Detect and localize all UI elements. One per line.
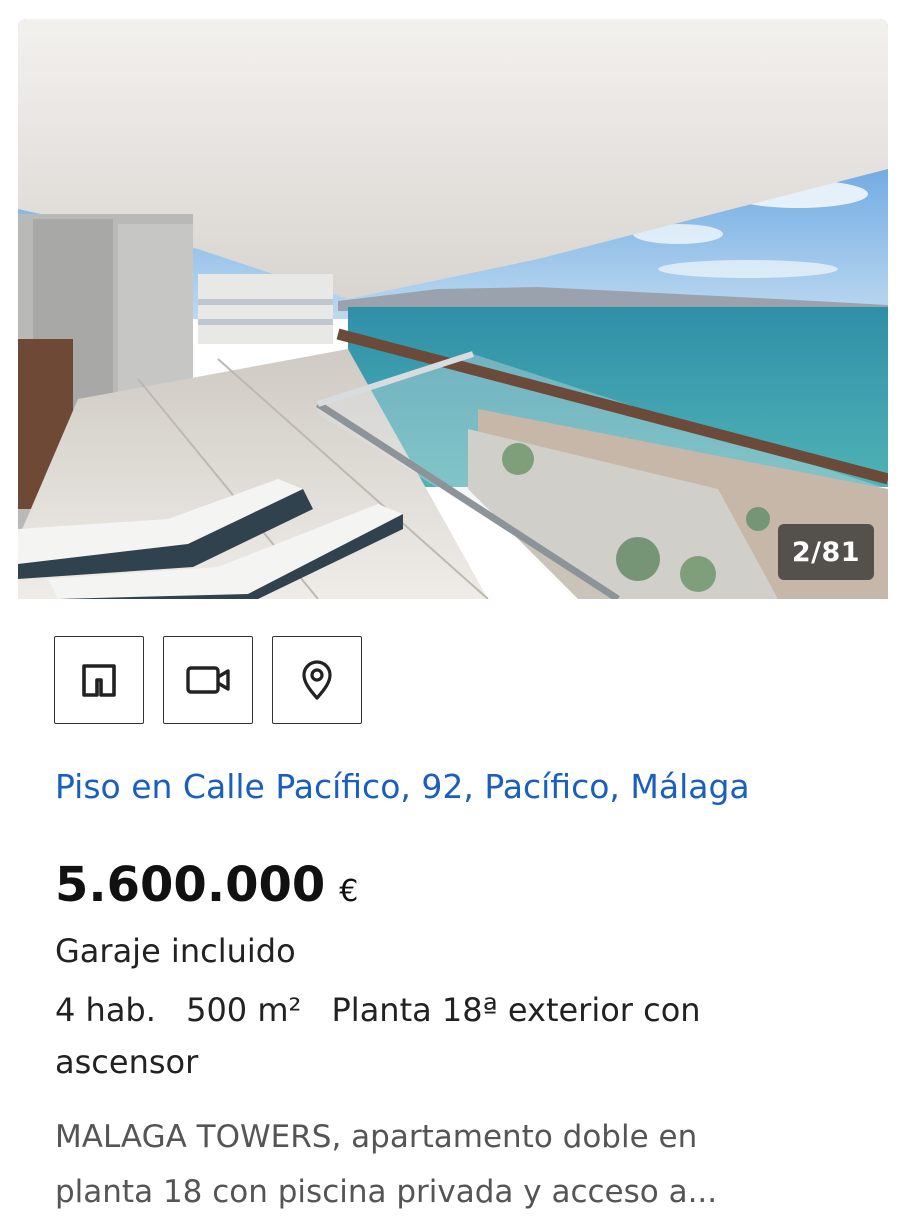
map-pin-icon	[302, 660, 332, 700]
photo-counter-badge: 2/81	[778, 524, 874, 580]
floor-plan-button[interactable]	[54, 636, 144, 724]
listing-title-link[interactable]: Piso en Calle Pacífico, 92, Pacífico, Má…	[55, 767, 750, 806]
listing-card[interactable]: 2/81 Piso en Calle Pacífico, 92, Pacífic…	[18, 19, 888, 1219]
listing-actions	[54, 636, 362, 724]
listing-price: 5.600.000	[55, 857, 326, 913]
listing-features: 4 hab. 500 m² Planta 18ª exterior con as…	[55, 984, 795, 1088]
feature-rooms: 4 hab.	[55, 991, 156, 1029]
listing-photo[interactable]: 2/81	[18, 19, 888, 599]
video-tour-button[interactable]	[163, 636, 253, 724]
price-row: 5.600.000 €	[55, 857, 358, 913]
parking-info: Garaje incluido	[55, 932, 296, 970]
description-line: planta 18 con piscina privada y acceso a…	[55, 1174, 718, 1210]
video-camera-icon	[186, 666, 230, 694]
floor-plan-icon	[82, 664, 116, 697]
map-location-button[interactable]	[272, 636, 362, 724]
feature-area: 500 m²	[186, 991, 302, 1029]
price-currency: €	[339, 874, 359, 909]
listing-description[interactable]: MALAGA TOWERS, apartamento doble en plan…	[55, 1110, 835, 1219]
description-line: MALAGA TOWERS, apartamento doble en	[55, 1119, 698, 1155]
balcony-sea-view-image	[18, 19, 888, 599]
